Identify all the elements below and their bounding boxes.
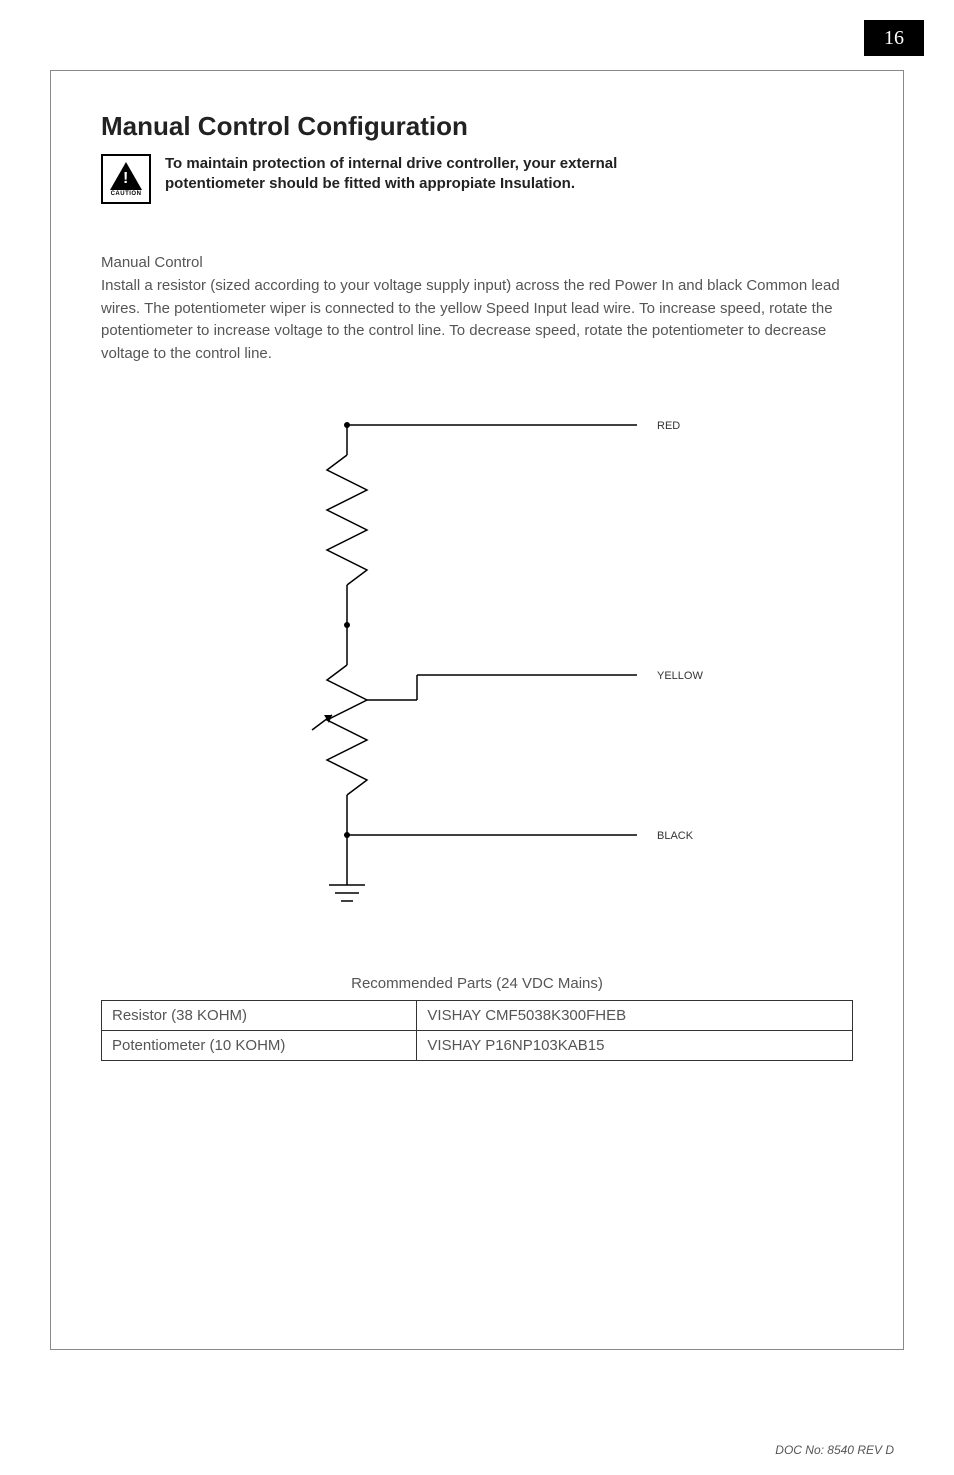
- table-cell: VISHAY P16NP103KAB15: [417, 1031, 853, 1061]
- page-frame: Manual Control Configuration CAUTION To …: [50, 70, 904, 1350]
- table-cell: VISHAY CMF5038K300FHEB: [417, 1001, 853, 1031]
- warning-line-1: To maintain protection of internal drive…: [165, 155, 617, 172]
- page-number-tab: 16: [864, 20, 924, 56]
- table-row: Potentiometer (10 KOHM) VISHAY P16NP103K…: [102, 1031, 853, 1061]
- table-caption: Recommended Parts (24 VDC Mains): [101, 975, 853, 992]
- wire-label-yellow: YELLOW: [657, 670, 703, 682]
- warning-line-2: potentiometer should be fitted with appr…: [165, 175, 575, 192]
- parts-table: Resistor (38 KOHM) VISHAY CMF5038K300FHE…: [101, 1000, 853, 1061]
- table-cell: Potentiometer (10 KOHM): [102, 1031, 417, 1061]
- warning-row: CAUTION To maintain protection of intern…: [101, 154, 853, 204]
- page-title: Manual Control Configuration: [101, 111, 853, 142]
- wire-label-black: BLACK: [657, 830, 694, 842]
- caution-label: CAUTION: [111, 191, 142, 197]
- page-number: 16: [884, 27, 904, 50]
- section-label: Manual Control: [101, 254, 853, 271]
- table-cell: Resistor (38 KOHM): [102, 1001, 417, 1031]
- caution-icon: CAUTION: [101, 154, 151, 204]
- doc-footer: DOC No: 8540 REV D: [775, 1443, 894, 1457]
- body-text: Install a resistor (sized according to y…: [101, 275, 853, 365]
- caution-triangle-icon: [110, 162, 142, 190]
- warning-text: To maintain protection of internal drive…: [165, 154, 617, 195]
- schematic-diagram: RED YELLOW BLACK: [217, 405, 737, 945]
- wire-label-red: RED: [657, 420, 680, 432]
- table-row: Resistor (38 KOHM) VISHAY CMF5038K300FHE…: [102, 1001, 853, 1031]
